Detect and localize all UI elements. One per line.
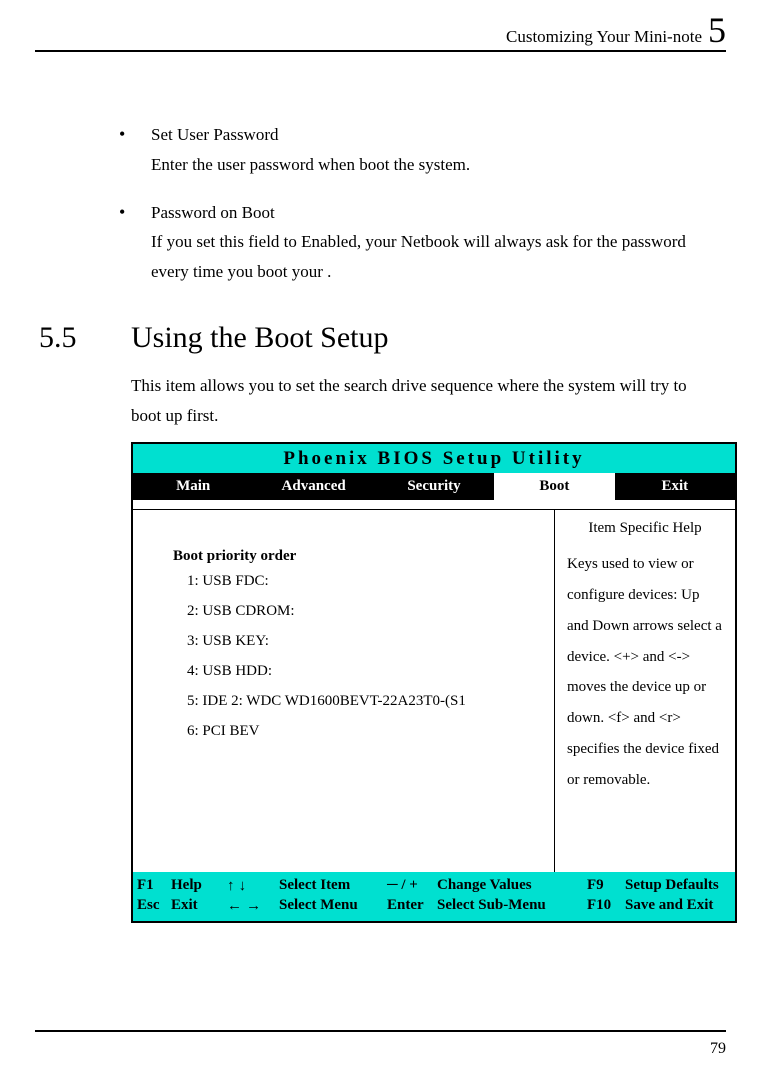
footer-key-esc: Esc xyxy=(137,897,171,914)
bullet-title: Set User Password xyxy=(151,120,716,150)
footer-key-f9: F9 xyxy=(587,877,625,894)
bullet-marker: • xyxy=(119,120,151,180)
footer-key-f10: F10 xyxy=(587,897,625,914)
help-text: Keys used to view or configure devices: … xyxy=(567,549,723,795)
section-intro: This item allows you to set the search d… xyxy=(131,371,726,431)
footer-action-exit: Exit xyxy=(171,897,227,914)
boot-item[interactable]: 3: USB KEY: xyxy=(187,633,542,650)
boot-item[interactable]: 4: USB HDD: xyxy=(187,663,542,680)
section-number: 5.5 xyxy=(35,321,131,355)
bios-help-pane: Item Specific Help Keys used to view or … xyxy=(555,510,735,872)
boot-item[interactable]: 2: USB CDROM: xyxy=(187,603,542,620)
bullet-title: Password on Boot xyxy=(151,198,716,228)
bullet-set-user-password: • Set User Password Enter the user passw… xyxy=(119,120,726,180)
footer-key-enter: Enter xyxy=(387,897,437,914)
tab-exit[interactable]: Exit xyxy=(615,473,735,500)
footer-action-help: Help xyxy=(171,877,227,894)
boot-item[interactable]: 5: IDE 2: WDC WD1600BEVT-22A23T0-(S1 xyxy=(187,693,542,710)
footer-action-select-submenu: Select Sub-Menu xyxy=(437,897,587,914)
arrows-updown-icon: ↑ ↓ xyxy=(227,877,279,894)
boot-item[interactable]: 1: USB FDC: xyxy=(187,573,542,590)
boot-item[interactable]: 6: PCI BEV xyxy=(187,723,542,740)
bullet-marker: • xyxy=(119,198,151,287)
bios-setup-utility: Phoenix BIOS Setup Utility Main Advanced… xyxy=(131,442,737,923)
footer-action-change-values: Change Values xyxy=(437,877,587,894)
section-heading: 5.5 Using the Boot Setup xyxy=(35,321,726,355)
footer-action-select-menu: Select Menu xyxy=(279,897,387,914)
tab-security[interactable]: Security xyxy=(374,473,494,500)
footer-action-setup-defaults: Setup Defaults xyxy=(625,877,719,894)
bullet-description: Enter the user password when boot the sy… xyxy=(151,150,716,180)
tab-boot[interactable]: Boot xyxy=(494,473,614,500)
section-title: Using the Boot Setup xyxy=(131,321,389,355)
page-footer: 79 xyxy=(35,1030,726,1058)
boot-priority-title: Boot priority order xyxy=(173,548,542,565)
header-title: Customizing Your Mini-note xyxy=(506,27,702,47)
bios-title: Phoenix BIOS Setup Utility xyxy=(133,444,735,473)
tab-advanced[interactable]: Advanced xyxy=(253,473,373,500)
bios-tab-bar: Main Advanced Security Boot Exit xyxy=(133,473,735,500)
bios-left-pane: Boot priority order 1: USB FDC: 2: USB C… xyxy=(133,510,555,872)
footer-key-minusplus: ─ / + xyxy=(387,877,437,894)
tab-gap xyxy=(133,500,735,510)
page-number: 79 xyxy=(710,1040,726,1057)
footer-action-save-exit: Save and Exit xyxy=(625,897,713,914)
bullet-description: If you set this field to Enabled, your N… xyxy=(151,227,716,287)
help-title: Item Specific Help xyxy=(567,520,723,537)
header-chapter-number: 5 xyxy=(708,12,726,48)
tab-main[interactable]: Main xyxy=(133,473,253,500)
bios-footer: F1 Help ↑ ↓ Select Item ─ / + Change Val… xyxy=(133,872,735,921)
arrows-leftright-icon: ← → xyxy=(227,897,279,914)
page-header: Customizing Your Mini-note 5 xyxy=(35,0,726,52)
footer-key-f1: F1 xyxy=(137,877,171,894)
footer-action-select-item: Select Item xyxy=(279,877,387,894)
bullet-password-on-boot: • Password on Boot If you set this field… xyxy=(119,198,726,287)
